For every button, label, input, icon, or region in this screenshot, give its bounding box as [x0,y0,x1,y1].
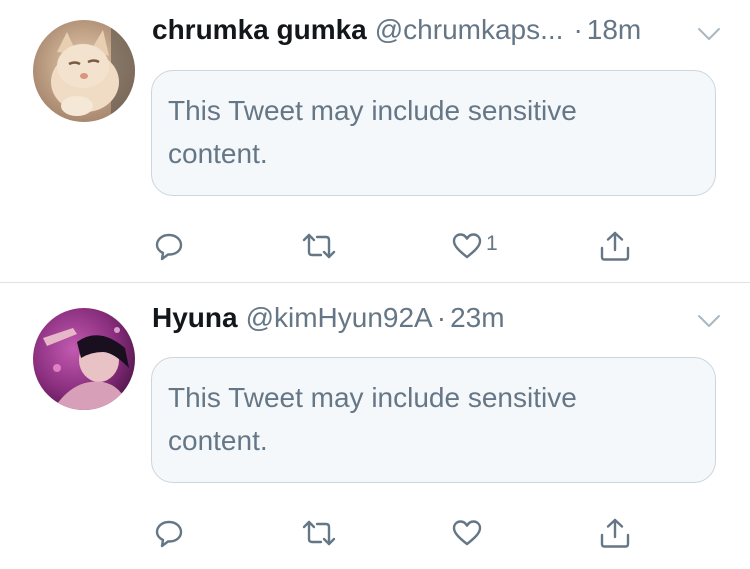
retweet-icon [302,520,336,546]
cat-avatar-image [33,20,135,122]
like-count: 1 [486,232,498,255]
heart-icon [452,520,482,546]
reply-icon [155,520,183,548]
tweet[interactable]: chrumka gumka @chrumkaps... · 18m This T… [0,0,750,283]
person-avatar-image [33,308,135,410]
user-handle[interactable]: @chrumkaps... [375,14,564,46]
sensitive-content-notice[interactable]: This Tweet may include sensitive content… [151,357,716,483]
share-icon [600,231,630,261]
tweet-actions [0,513,750,553]
retweet-button[interactable] [301,513,337,553]
display-name[interactable]: chrumka gumka [152,14,367,46]
timestamp[interactable]: 18m [587,14,641,46]
separator-dot: · [573,14,583,45]
like-button[interactable]: 1 [452,226,498,266]
heart-icon [452,233,482,259]
user-handle[interactable]: @kimHyun92A [246,302,433,334]
tweet-header: Hyuna @kimHyun92A · 23m [152,302,722,336]
sensitive-content-notice[interactable]: This Tweet may include sensitive content… [151,70,716,196]
share-button[interactable] [599,226,631,266]
chevron-down-icon[interactable] [697,313,721,329]
retweet-icon [302,233,336,259]
timestamp[interactable]: 23m [450,302,504,334]
reply-icon [155,233,183,261]
share-button[interactable] [599,513,631,553]
separator-dot: · [436,302,447,333]
avatar[interactable] [33,308,135,410]
like-button[interactable] [452,513,486,553]
retweet-button[interactable] [301,226,337,266]
tweet[interactable]: Hyuna @kimHyun92A · 23m This Tweet may i… [0,283,750,569]
chevron-down-icon[interactable] [697,26,721,42]
tweet-header: chrumka gumka @chrumkaps... · 18m [152,14,722,48]
reply-button[interactable] [154,226,184,266]
tweet-actions: 1 [0,226,750,266]
sensitive-notice-text: This Tweet may include sensitive content… [168,382,577,456]
reply-button[interactable] [154,513,184,553]
sensitive-notice-text: This Tweet may include sensitive content… [168,95,577,169]
display-name[interactable]: Hyuna [152,302,238,334]
avatar[interactable] [33,20,135,122]
share-icon [600,518,630,548]
